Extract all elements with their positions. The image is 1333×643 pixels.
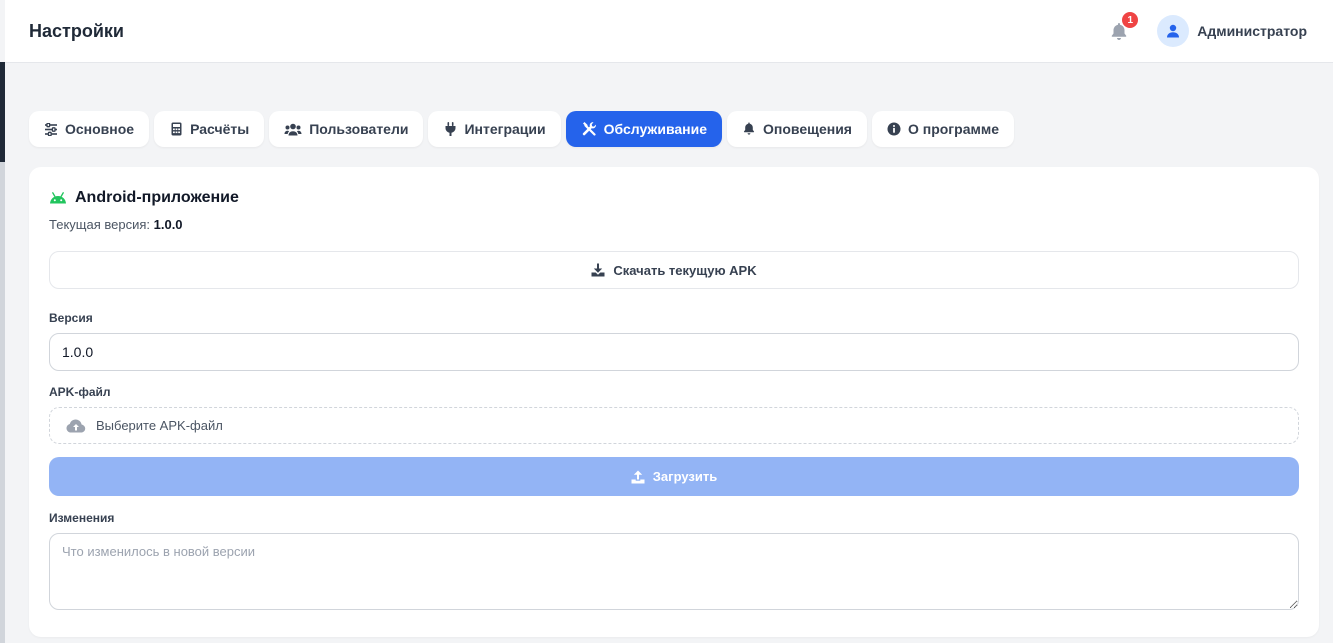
tab-general[interactable]: Основное bbox=[29, 111, 150, 147]
left-edge bbox=[0, 0, 5, 643]
tab-maintenance[interactable]: Обслуживание bbox=[565, 111, 723, 147]
topbar: Настройки 1 Администратор bbox=[5, 0, 1333, 63]
tab-label: Обслуживание bbox=[603, 121, 708, 137]
left-edge-dark bbox=[0, 62, 5, 162]
download-apk-label: Скачать текущую APK bbox=[613, 262, 757, 278]
apk-file-label: APK-файл bbox=[49, 385, 111, 399]
tab-label: О программе bbox=[907, 121, 999, 137]
user-name: Администратор bbox=[1197, 23, 1307, 39]
tab-label: Пользователи bbox=[309, 121, 409, 137]
current-version: Текущая версия: 1.0.0 bbox=[49, 217, 183, 232]
user-menu[interactable]: Администратор bbox=[1157, 15, 1307, 47]
download-icon bbox=[591, 263, 605, 277]
apk-file-picker[interactable]: Выберите APK-файл bbox=[49, 407, 1299, 444]
tab-calculations[interactable]: Расчёты bbox=[154, 111, 265, 147]
tab-label: Интеграции bbox=[464, 121, 546, 137]
tab-label: Основное bbox=[65, 121, 135, 137]
tools-icon bbox=[581, 121, 597, 137]
page-title: Настройки bbox=[29, 20, 124, 41]
download-apk-button[interactable]: Скачать текущую APK bbox=[49, 251, 1299, 289]
avatar bbox=[1157, 15, 1190, 47]
cloud-upload-icon bbox=[66, 419, 86, 432]
tab-label: Оповещения bbox=[763, 121, 852, 137]
tab-users[interactable]: Пользователи bbox=[269, 111, 424, 147]
tab-notifications[interactable]: Оповещения bbox=[727, 111, 867, 147]
settings-tabs: Основное Расчёты Пользователи Интеграции… bbox=[29, 111, 1014, 147]
version-label: Версия bbox=[49, 311, 93, 325]
upload-label: Загрузить bbox=[652, 469, 718, 484]
info-icon bbox=[887, 122, 901, 136]
topbar-right: 1 Администратор bbox=[1107, 12, 1307, 47]
tab-label: Расчёты bbox=[190, 121, 250, 137]
current-version-value: 1.0.0 bbox=[153, 217, 183, 232]
calculator-icon bbox=[169, 122, 183, 136]
android-app-card: Android-приложение Текущая версия: 1.0.0… bbox=[29, 167, 1319, 637]
left-edge-light bbox=[0, 162, 5, 643]
users-icon bbox=[284, 122, 302, 136]
android-icon bbox=[50, 192, 66, 204]
notifications-button[interactable]: 1 bbox=[1107, 12, 1139, 43]
tab-about[interactable]: О программе bbox=[871, 111, 1014, 147]
section-title: Android-приложение bbox=[49, 189, 239, 207]
changes-textarea[interactable] bbox=[49, 533, 1299, 610]
changes-label: Изменения bbox=[49, 511, 115, 525]
upload-button[interactable]: Загрузить bbox=[49, 457, 1299, 496]
apk-file-placeholder: Выберите APK-файл bbox=[96, 418, 223, 433]
version-input[interactable] bbox=[49, 333, 1299, 371]
section-title-text: Android-приложение bbox=[75, 189, 239, 206]
bell-icon bbox=[742, 122, 756, 136]
tab-integrations[interactable]: Интеграции bbox=[428, 111, 561, 147]
upload-icon bbox=[631, 470, 645, 483]
sliders-icon bbox=[44, 122, 58, 136]
notification-badge: 1 bbox=[1122, 12, 1139, 28]
current-version-label: Текущая версия: bbox=[49, 217, 150, 232]
plug-icon bbox=[443, 122, 457, 136]
user-icon bbox=[1167, 24, 1180, 38]
